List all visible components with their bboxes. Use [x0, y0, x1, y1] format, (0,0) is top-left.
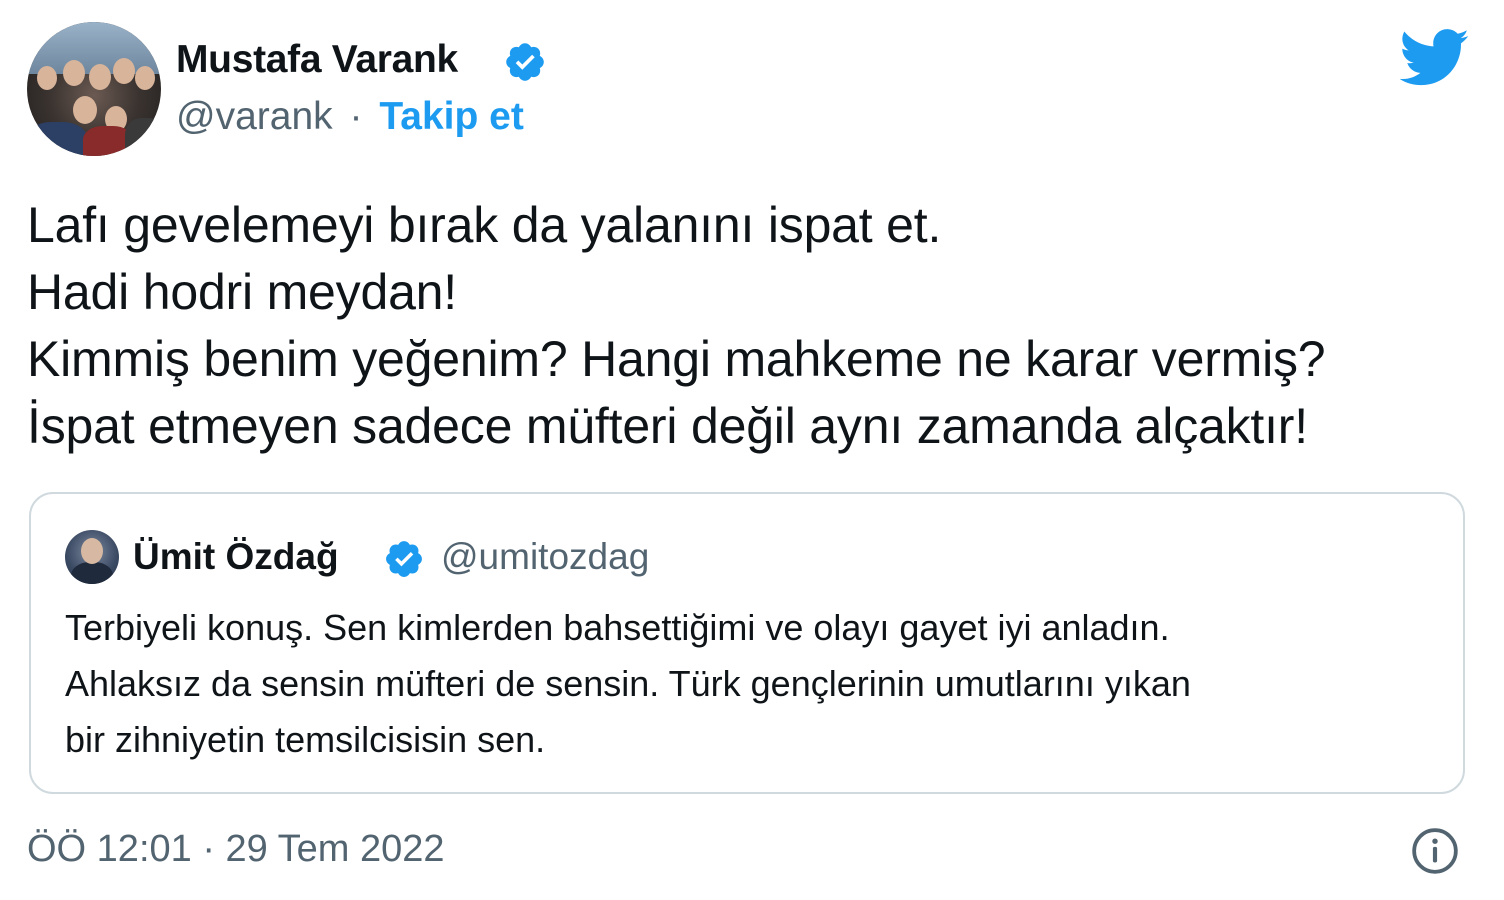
quoted-line: bir zihniyetin temsilcisisin sen.: [65, 719, 546, 760]
tweet-line: Lafı gevelemeyi bırak da yalanını ispat …: [27, 197, 942, 253]
quoted-line: Terbiyeli konuş. Sen kimlerden bahsettiğ…: [65, 607, 1170, 648]
quoted-author-handle[interactable]: @umitozdag: [441, 536, 649, 578]
tweet-line: Hadi hodri meydan!: [27, 264, 457, 320]
avatar-face: [37, 66, 57, 90]
avatar-face: [89, 64, 111, 90]
author-handle-row: @varank · Takip et: [176, 95, 524, 139]
quoted-author-avatar[interactable]: [65, 530, 119, 584]
avatar-face: [73, 96, 97, 124]
quoted-tweet[interactable]: Ümit Özdağ @umitozdag Terbiyeli konuş. S…: [29, 492, 1465, 794]
avatar-face: [135, 66, 155, 90]
info-icon[interactable]: [1410, 826, 1460, 876]
quoted-author-name[interactable]: Ümit Özdağ: [133, 536, 339, 578]
avatar-shirt: [125, 118, 161, 156]
tweet-line: İspat etmeyen sadece müfteri değil aynı …: [27, 398, 1308, 454]
avatar-face: [63, 60, 85, 86]
tweet-text: Lafı gevelemeyi bırak da yalanını ispat …: [27, 192, 1326, 460]
separator-dot: ·: [349, 95, 363, 138]
tweet-timestamp[interactable]: ÖÖ 12:01 · 29 Tem 2022: [27, 828, 445, 871]
tweet-line: Kimmiş benim yeğenim? Hangi mahkeme ne k…: [27, 331, 1326, 387]
author-name[interactable]: Mustafa Varank: [176, 38, 458, 82]
author-handle[interactable]: @varank: [176, 95, 333, 138]
quoted-tweet-text: Terbiyeli konuş. Sen kimlerden bahsettiğ…: [65, 600, 1191, 768]
verified-badge-icon: [386, 541, 422, 577]
avatar-face: [81, 538, 103, 564]
author-avatar[interactable]: [27, 22, 161, 156]
avatar-shirt: [27, 122, 87, 156]
twitter-bird-icon[interactable]: [1400, 28, 1470, 88]
follow-button[interactable]: Takip et: [379, 95, 523, 138]
quoted-line: Ahlaksız da sensin müfteri de sensin. Tü…: [65, 663, 1191, 704]
verified-badge-icon: [506, 43, 544, 81]
avatar-suit: [71, 562, 113, 584]
tweet-card: Mustafa Varank @varank · Takip et Lafı g…: [0, 0, 1504, 900]
avatar-face: [113, 58, 135, 84]
